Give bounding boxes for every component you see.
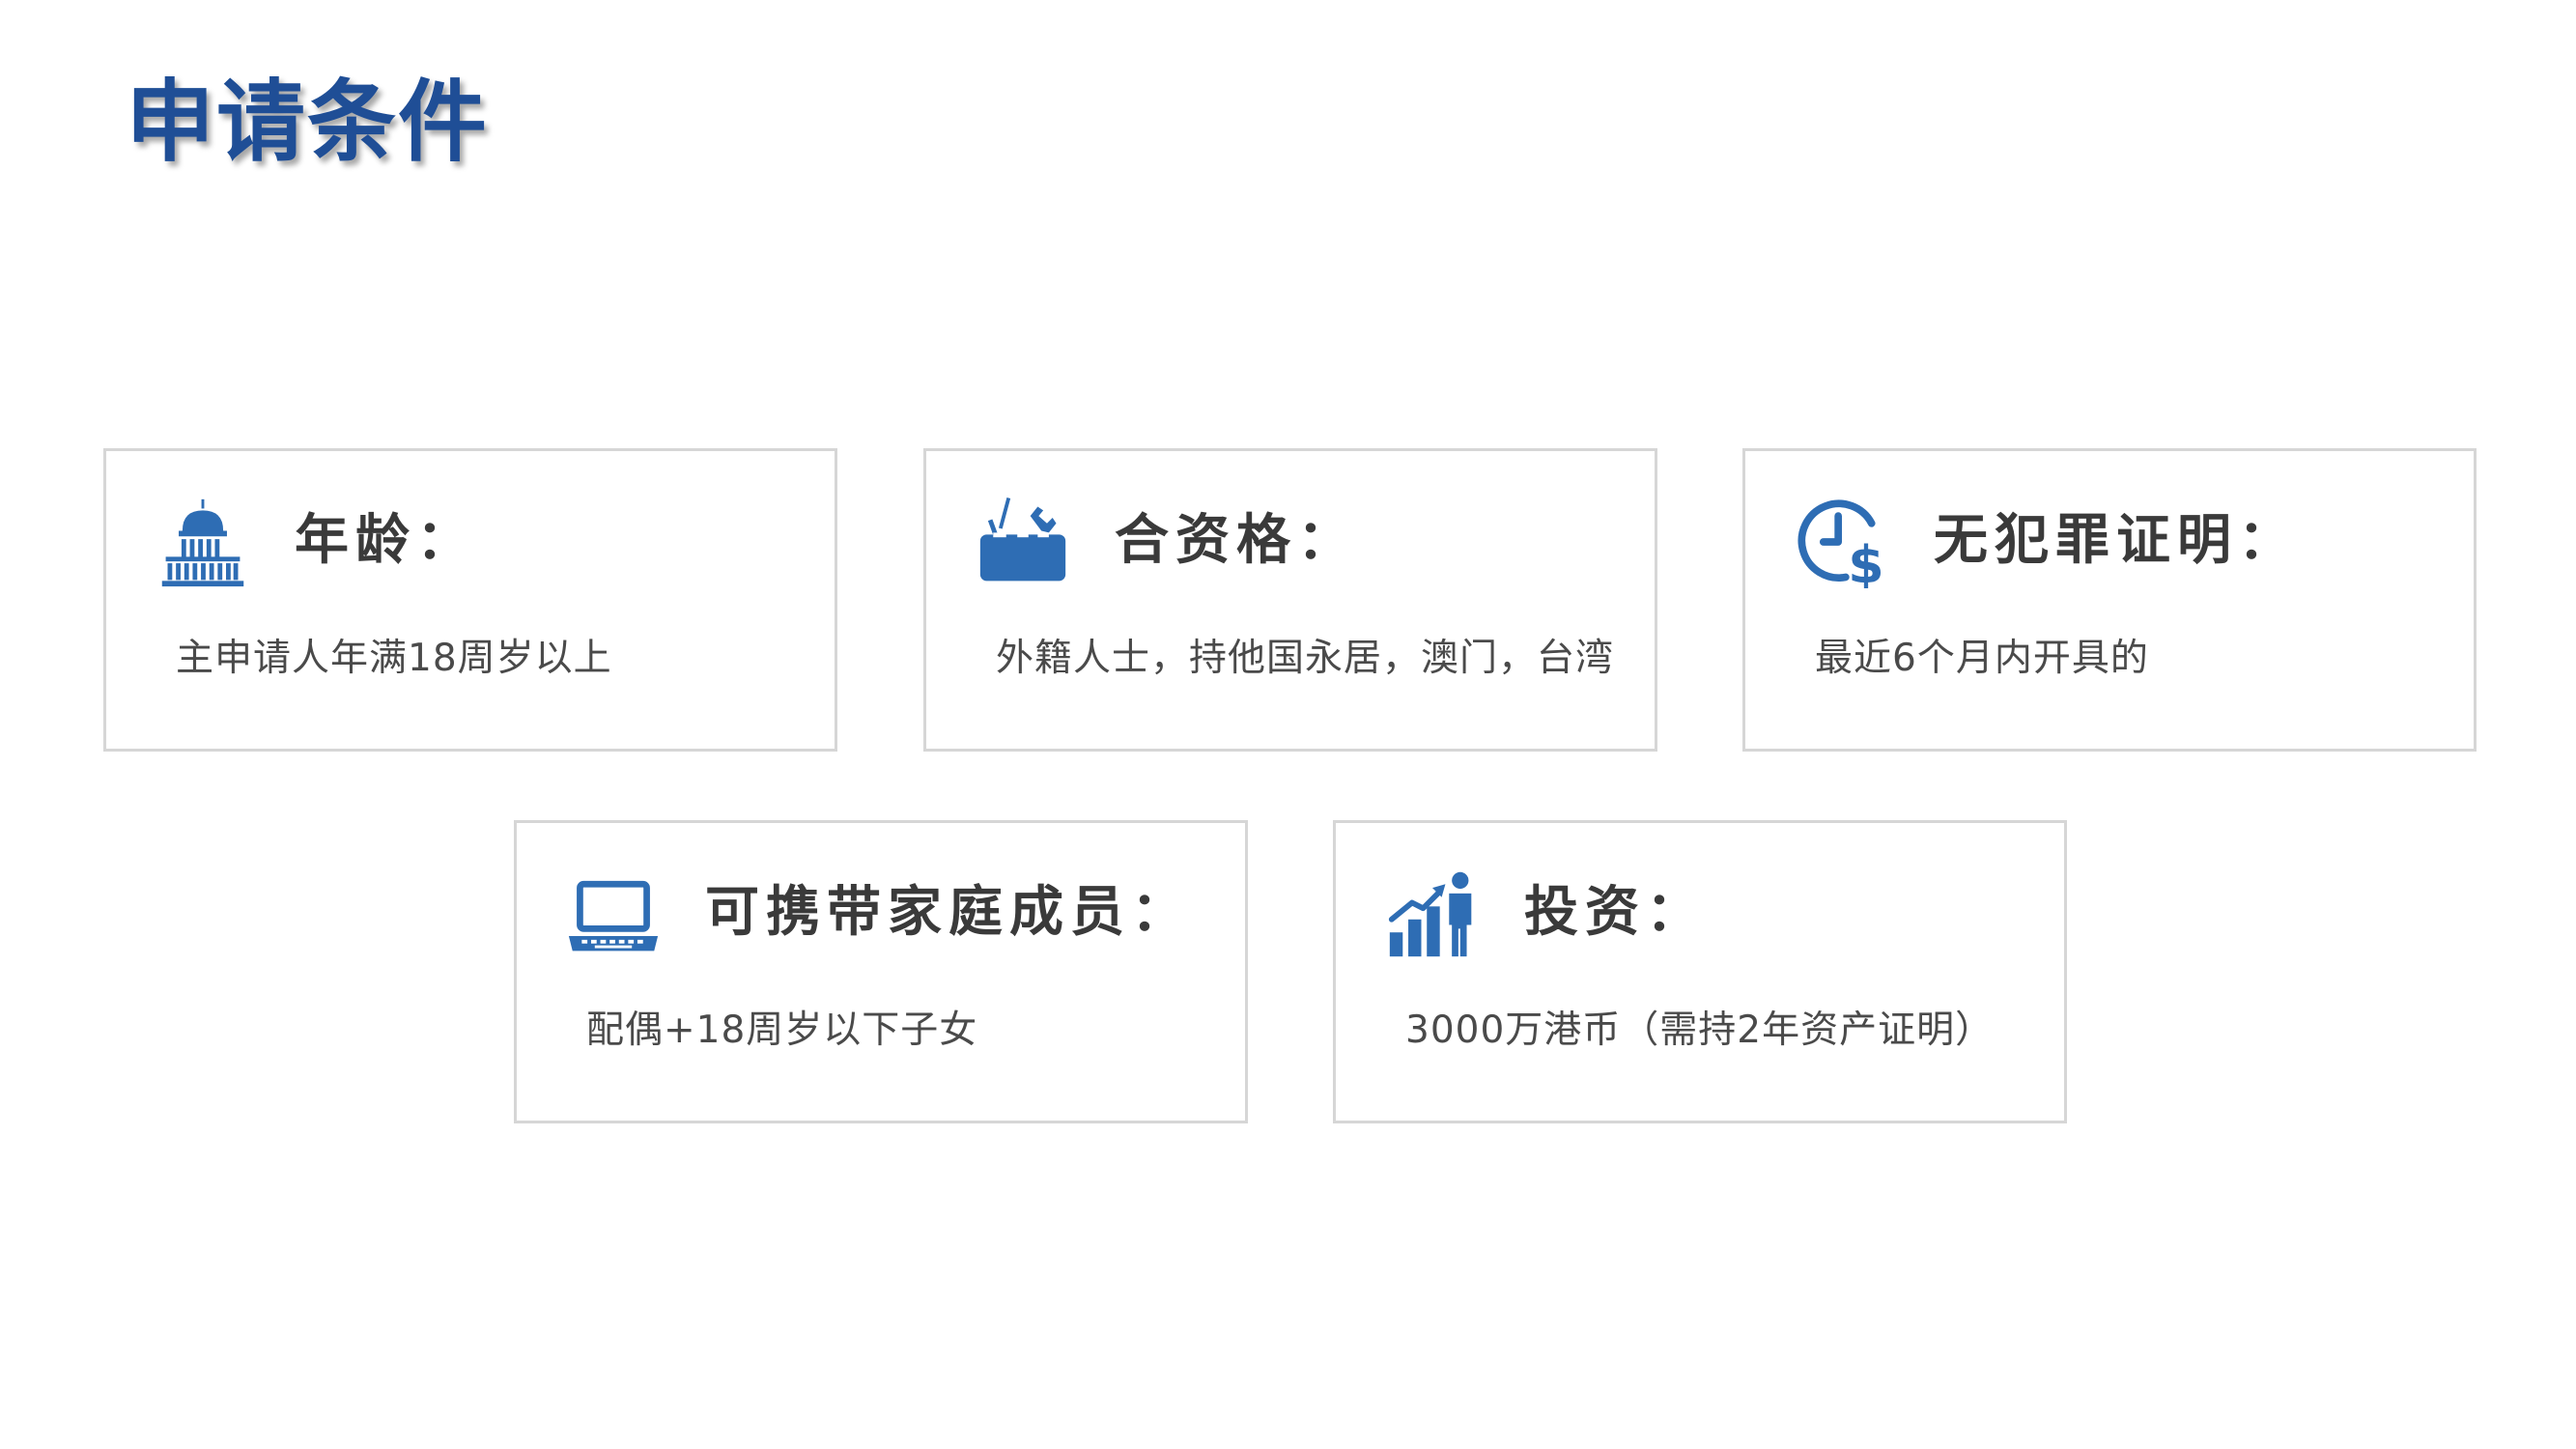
growth-chart-person-icon	[1386, 867, 1479, 960]
card-description: 配偶+18周岁以下子女	[586, 1009, 978, 1052]
card-title: 无犯罪证明：	[1934, 509, 2299, 572]
toolbox-icon	[977, 496, 1069, 588]
card-title: 可携带家庭成员：	[705, 881, 1192, 944]
card-title: 投资：	[1524, 881, 1707, 944]
condition-card-age: 年龄： 主申请人年满18周岁以上	[103, 448, 837, 752]
card-description: 3000万港币（需持2年资产证明）	[1405, 1009, 1995, 1052]
condition-card-qualification: 合资格： 外籍人士，持他国永居，澳门，台湾	[923, 448, 1657, 752]
card-description: 最近6个月内开具的	[1815, 637, 2149, 680]
condition-card-family: 可携带家庭成员： 配偶+18周岁以下子女	[514, 820, 1248, 1123]
laptop-icon	[567, 867, 660, 960]
page-title: 申请条件	[126, 71, 490, 174]
capitol-building-icon	[156, 496, 249, 588]
clock-dollar-icon: $	[1796, 496, 1888, 588]
card-description: 外籍人士，持他国永居，澳门，台湾	[996, 637, 1615, 680]
card-title: 年龄：	[295, 509, 477, 572]
condition-card-investment: 投资： 3000万港币（需持2年资产证明）	[1333, 820, 2067, 1123]
card-title: 合资格：	[1115, 509, 1358, 572]
svg-text:$: $	[1848, 534, 1883, 588]
card-description: 主申请人年满18周岁以上	[176, 637, 612, 680]
condition-card-criminal-record: $ 无犯罪证明： 最近6个月内开具的	[1742, 448, 2477, 752]
